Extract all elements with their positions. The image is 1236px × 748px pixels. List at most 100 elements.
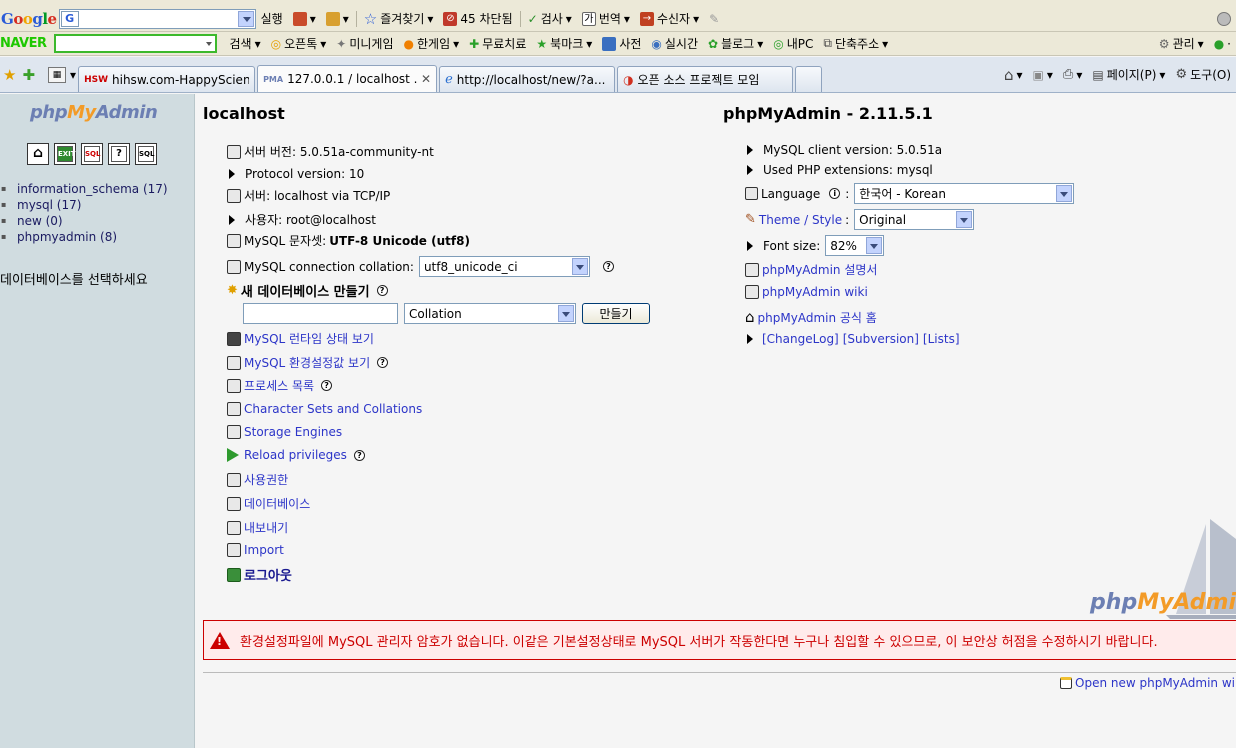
database-link[interactable]: new (0) — [17, 213, 63, 229]
create-button[interactable]: 만들기 — [582, 303, 650, 324]
exit-icon[interactable]: EXIT — [54, 143, 76, 165]
help-icon[interactable]: ? — [376, 285, 388, 296]
database-link[interactable]: mysql (17) — [17, 197, 81, 213]
popup-blocked-button[interactable]: ⊘ 45 차단됨 — [438, 10, 517, 27]
quick-tabs-icon[interactable]: ▦ — [46, 66, 68, 83]
naver-item-hangame[interactable]: ● 한게임 ▾ — [399, 35, 465, 52]
translate-button[interactable]: 가 번역 ▾ — [577, 10, 635, 27]
select-database-prompt: 데이터베이스를 선택하세요 — [0, 273, 148, 288]
pc-icon: ◎ — [773, 36, 784, 51]
new-tab-button[interactable] — [795, 66, 823, 92]
spell-check-icon: ✓ — [527, 11, 538, 26]
page-menu[interactable]: ▤ 페이지(P) ▾ — [1087, 66, 1170, 83]
subversion-link[interactable]: [Subversion] — [843, 332, 919, 346]
tab-localhost[interactable]: PMA 127.0.0.1 / localhost ... ✕ — [257, 64, 438, 92]
font-size-row: Font size: 82% — [745, 235, 885, 256]
open-new-window-link[interactable]: Open new phpMyAdmin wi — [1060, 676, 1235, 690]
chat-icon: ◎ — [270, 36, 282, 51]
chevron-down-icon[interactable] — [237, 10, 254, 27]
export-icon — [227, 520, 241, 535]
spell-check-button[interactable]: ✓ 검사 ▾ — [523, 10, 577, 27]
popup-tool-icon[interactable]: ▾ — [321, 11, 354, 26]
documentation-icon[interactable]: ? — [108, 143, 130, 165]
font-size-select[interactable]: 82% — [825, 235, 885, 256]
database-link[interactable]: phpmyadmin (8) — [17, 229, 117, 245]
naver-item-bookmark[interactable]: ★ 북마크 ▾ — [531, 35, 597, 52]
settings-radio-icon[interactable] — [1212, 11, 1236, 26]
blocked-icon: ⊘ — [443, 11, 458, 26]
theme-select[interactable]: Original — [854, 209, 975, 230]
list-item[interactable]: ▪ mysql (17) — [0, 197, 168, 213]
help-icon[interactable]: ? — [321, 380, 333, 391]
link-variables[interactable]: MySQL 환경설정값 보기? — [227, 354, 389, 371]
list-item[interactable]: ▪ new (0) — [0, 213, 168, 229]
new-database-name-input[interactable] — [243, 303, 398, 324]
new-database-collation-select[interactable]: Collation — [404, 303, 576, 324]
database-icon: ▪ — [1, 232, 7, 241]
link-import[interactable]: Import — [227, 543, 284, 557]
naver-item-opentalk[interactable]: ◎ 오픈톡 ▾ — [266, 35, 332, 52]
language-select[interactable]: 한국어 - Korean — [854, 183, 1075, 204]
link-reload[interactable]: Reload privileges? — [227, 448, 365, 462]
tab-opensource[interactable]: ◑ 오픈 소스 프로젝트 모임 — [617, 66, 794, 92]
link-engines[interactable]: Storage Engines — [227, 425, 342, 439]
naver-item-dictionary[interactable]: 사전 — [597, 35, 646, 52]
link-processes[interactable]: 프로세스 목록? — [227, 377, 333, 394]
naver-search-input[interactable] — [53, 34, 217, 53]
naver-go-icon[interactable]: ● · — [1209, 37, 1236, 51]
server-host-row: 서버: localhost via TCP/IP — [227, 187, 390, 204]
nav-icon-bar: ⌂ EXIT SQL ? SQL — [27, 143, 157, 165]
help-icon[interactable]: ? — [353, 449, 365, 461]
naver-item-freecare[interactable]: ✚ 무료치료 — [464, 35, 531, 52]
bookmark-tool-icon[interactable]: ▾ — [288, 11, 321, 26]
link-home[interactable]: ⌂ phpMyAdmin 공식 홈 — [745, 308, 877, 326]
link-charsets[interactable]: Character Sets and Collations — [227, 402, 422, 416]
favorites-button[interactable]: ☆ 즐겨찾기 ▾ — [359, 10, 439, 28]
database-link[interactable]: information_schema (17) — [17, 181, 168, 197]
feeds-button[interactable]: ▣ ▾ — [1028, 68, 1058, 82]
collation-select[interactable]: utf8_unicode_ci — [418, 256, 590, 277]
bookmark-icon — [292, 11, 307, 26]
pencil-tool-icon[interactable]: ✎ — [704, 12, 724, 26]
tools-menu[interactable]: ⚙ 도구(O) — [1170, 66, 1236, 83]
link-docs[interactable]: phpMyAdmin 설명서 — [745, 261, 877, 278]
naver-search-button[interactable]: 검색 ▾ — [225, 35, 266, 52]
charset-icon — [227, 259, 241, 274]
changelog-link[interactable]: [ChangeLog] — [762, 332, 839, 346]
tab-list-icon[interactable]: ▾ — [68, 68, 78, 82]
home-button[interactable]: ⌂ ▾ — [999, 66, 1028, 84]
naver-item-minigame[interactable]: ✦ 미니게임 — [331, 35, 398, 52]
favorites-center-icon[interactable]: ★ — [0, 66, 19, 84]
send-to-button[interactable]: → 수신자 ▾ — [635, 10, 704, 27]
help-icon[interactable]: ? — [377, 357, 389, 368]
naver-manage-button[interactable]: ⚙ 관리 ▾ — [1154, 35, 1209, 52]
link-export[interactable]: 내보내기 — [227, 519, 288, 536]
palette-icon: ✎ — [745, 212, 756, 227]
naver-item-realtime[interactable]: ◉ 실시간 — [646, 35, 703, 52]
naver-item-blog[interactable]: ✿ 블로그 ▾ — [703, 35, 768, 52]
naver-item-shorturl[interactable]: ⧉ 단축주소 ▾ — [818, 35, 893, 52]
new-database-icon: ✸ — [227, 283, 238, 298]
list-item[interactable]: ▪ phpmyadmin (8) — [0, 229, 168, 245]
add-favorite-icon[interactable]: ✚ — [19, 66, 38, 84]
link-privileges[interactable]: 사용권한 — [227, 471, 288, 488]
tab-hihsw[interactable]: HSW hihsw.com-HappyScien... — [78, 66, 256, 92]
naver-item-mypc[interactable]: ◎ 내PC — [768, 35, 818, 52]
link-logout[interactable]: 로그아웃 — [227, 565, 292, 584]
close-tab-icon[interactable]: ✕ — [421, 72, 431, 86]
sql-docs-icon[interactable]: SQL — [135, 143, 157, 165]
print-button[interactable]: ⎙ ▾ — [1058, 67, 1087, 82]
link-databases[interactable]: 데이터베이스 — [227, 495, 310, 512]
info-icon[interactable]: i — [829, 188, 841, 199]
help-icon[interactable]: ? — [602, 261, 614, 272]
link-runtime[interactable]: MySQL 런타임 상태 보기 — [227, 330, 374, 347]
link-wiki[interactable]: phpMyAdmin wiki — [745, 285, 868, 299]
tab-localhost-new[interactable]: ℯ http://localhost/new/?a... — [439, 66, 616, 92]
google-search-input[interactable]: G — [58, 8, 256, 29]
lists-link[interactable]: [Lists] — [923, 332, 960, 346]
phpmyadmin-logo[interactable]: phpMyAdmin — [30, 102, 158, 123]
list-item[interactable]: ▪ information_schema (17) — [0, 181, 168, 197]
sql-query-icon[interactable]: SQL — [81, 143, 103, 165]
home-icon[interactable]: ⌂ — [27, 143, 49, 165]
google-run-button[interactable]: 실행 — [256, 10, 288, 27]
